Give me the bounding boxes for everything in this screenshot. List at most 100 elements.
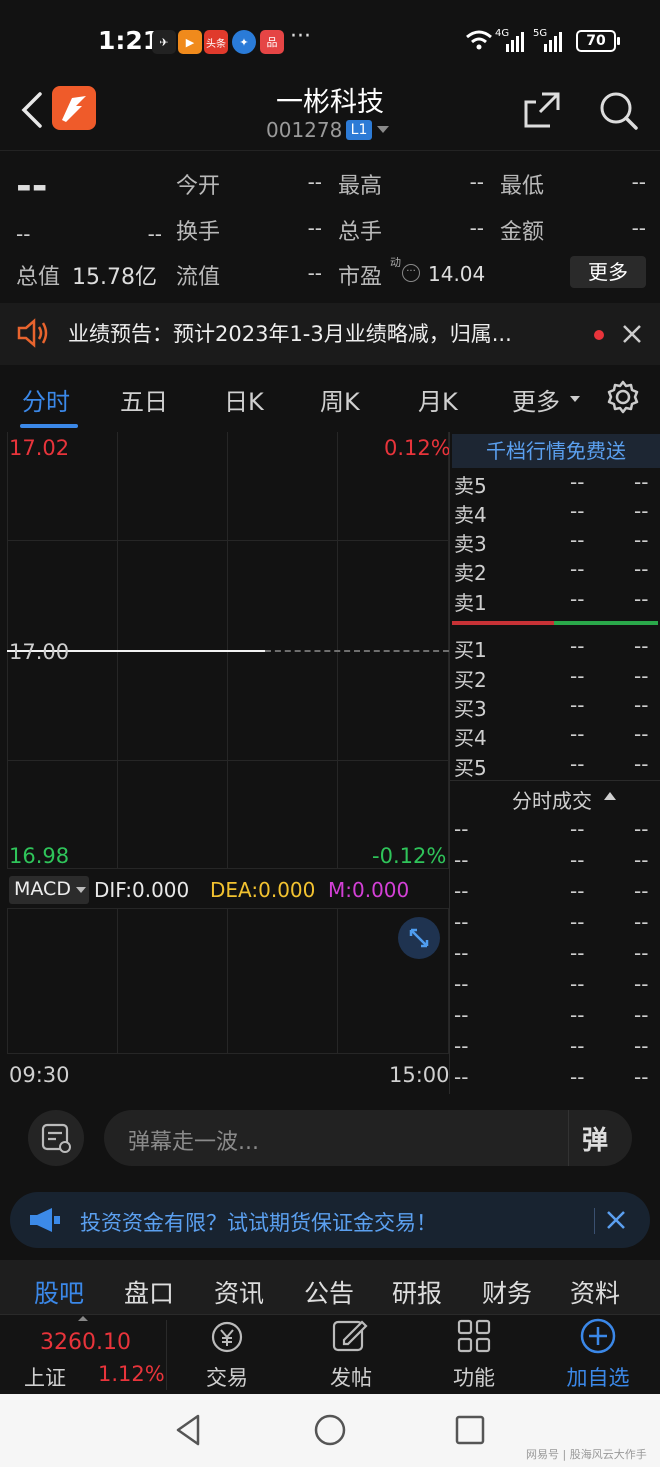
index-pct[interactable]: 1.12% (98, 1362, 165, 1386)
ask-row-1: 卖1 -- -- (454, 587, 658, 616)
wifi-icon (466, 30, 492, 50)
bid-price: -- (570, 722, 585, 746)
divider (449, 432, 450, 1094)
tick-price: -- (570, 817, 585, 841)
functions-label[interactable]: 功能 (429, 1362, 519, 1392)
nav-recents-icon[interactable] (454, 1414, 486, 1446)
field-value-amount: -- (631, 216, 646, 240)
tab-research[interactable]: 研报 (392, 1274, 442, 1310)
tab-weekly-k[interactable]: 周K (320, 382, 360, 417)
tick-price: -- (570, 941, 585, 965)
tab-intraday[interactable]: 分时 (22, 382, 70, 417)
bid-volume: -- (634, 634, 649, 658)
divider (568, 1110, 569, 1166)
tab-finance[interactable]: 财务 (482, 1274, 532, 1310)
tick-row: -- -- -- (454, 910, 658, 941)
ask-label: 卖5 (454, 474, 487, 498)
tab-monthly-k[interactable]: 月K (418, 382, 458, 417)
add-watchlist-label[interactable]: 加自选 (553, 1362, 643, 1392)
intraday-chart[interactable] (7, 432, 449, 1054)
bid-row-1: 买1 -- -- (454, 634, 658, 663)
market-cap-value: 15.78亿 (72, 265, 157, 290)
tab-daily-k[interactable]: 日K (224, 382, 264, 417)
top-pct-label: 0.12% (384, 436, 451, 460)
caret-up-icon[interactable] (78, 1316, 88, 1321)
bid-row-2: 买2 -- -- (454, 664, 658, 693)
field-value-low: -- (631, 170, 646, 194)
tab-forum[interactable]: 股吧 (34, 1274, 84, 1310)
bid-label: 买3 (454, 697, 487, 721)
index-value[interactable]: 3260.10 (40, 1330, 131, 1355)
expand-icon[interactable] (398, 917, 440, 959)
tick-time: -- (454, 1034, 469, 1058)
settings-gear-icon[interactable] (606, 380, 640, 414)
banner-close-icon[interactable] (606, 1210, 626, 1230)
share-icon[interactable] (522, 90, 562, 130)
close-icon[interactable] (622, 324, 642, 344)
bottom-pct-label: -0.12% (372, 844, 447, 868)
post-icon[interactable] (330, 1316, 370, 1356)
tab-order-book[interactable]: 盘口 (124, 1274, 174, 1310)
tab-more-caret-icon[interactable] (570, 396, 580, 402)
nav-home-icon[interactable] (312, 1412, 348, 1448)
danmu-settings-button[interactable] (28, 1110, 84, 1166)
search-icon[interactable] (598, 90, 640, 132)
tab-more[interactable]: 更多 (512, 382, 560, 417)
toutiao-icon: 头条 (204, 30, 228, 54)
field-label-low: 最低 (500, 174, 545, 199)
tick-row: -- -- -- (454, 972, 658, 1003)
functions-icon[interactable] (456, 1318, 492, 1354)
tick-volume: -- (634, 817, 649, 841)
add-watchlist-icon[interactable] (578, 1316, 618, 1356)
signal-icon (506, 32, 524, 52)
bid-price: -- (570, 634, 585, 658)
level-badge[interactable]: L1 (346, 120, 372, 140)
notice-text[interactable]: 业绩预告：预计2023年1-3月业绩略减，归属... (68, 318, 568, 348)
tick-row: -- -- -- (454, 879, 658, 910)
macd-m: M:0.000 (328, 878, 410, 902)
field-value-turnover: -- (307, 216, 322, 240)
tab-announcements[interactable]: 公告 (304, 1274, 354, 1310)
index-name[interactable]: 上证 (24, 1362, 66, 1392)
red-app-icon: 品 (260, 30, 284, 54)
danmu-placeholder[interactable]: 弹幕走一波... (128, 1124, 259, 1156)
bid-row-4: 买4 -- -- (454, 722, 658, 751)
tick-row: -- -- -- (454, 1003, 658, 1034)
caret-up-icon[interactable] (604, 792, 616, 800)
battery-icon: 70 (576, 30, 620, 52)
danmu-toggle-icon[interactable]: 弹 (582, 1120, 608, 1157)
tab-profile[interactable]: 资料 (570, 1274, 620, 1310)
fullscreen-button[interactable] (398, 917, 440, 959)
ask-label: 卖1 (454, 591, 487, 615)
post-label[interactable]: 发帖 (306, 1362, 396, 1392)
tick-trades-title[interactable]: 分时成交 (512, 785, 592, 814)
ask-price: -- (570, 499, 585, 523)
tab-five-day[interactable]: 五日 (120, 382, 168, 417)
bid-label: 买2 (454, 668, 487, 692)
tab-news[interactable]: 资讯 (214, 1274, 264, 1310)
macd-selector-label[interactable]: MACD (14, 878, 71, 900)
trade-label[interactable]: 交易 (182, 1362, 272, 1392)
tick-price: -- (570, 1003, 585, 1027)
tick-price: -- (570, 972, 585, 996)
chevron-down-icon[interactable] (377, 126, 389, 133)
tick-time: -- (454, 941, 469, 965)
nav-back-icon[interactable] (172, 1412, 204, 1448)
tick-price: -- (570, 1065, 585, 1089)
banner-text[interactable]: 投资资金有限？试试期货保证金交易！ (80, 1207, 437, 1237)
active-tab-indicator (20, 424, 78, 428)
chevron-down-icon[interactable] (76, 887, 86, 893)
danmu-settings-icon[interactable] (28, 1110, 84, 1166)
info-icon[interactable]: ··· (402, 264, 420, 282)
trade-icon[interactable] (206, 1318, 248, 1356)
more-button[interactable]: 更多 (570, 256, 646, 288)
order-book-promo[interactable]: 千档行情免费送 (452, 434, 660, 468)
tick-time: -- (454, 879, 469, 903)
tick-time: -- (454, 848, 469, 872)
ask-label: 卖3 (454, 532, 487, 556)
ask-row-4: 卖4 -- -- (454, 499, 658, 528)
megaphone-icon (30, 1208, 60, 1232)
grid-line (117, 908, 118, 1054)
tick-row: -- -- -- (454, 1034, 658, 1065)
ask-volume: -- (634, 528, 649, 552)
